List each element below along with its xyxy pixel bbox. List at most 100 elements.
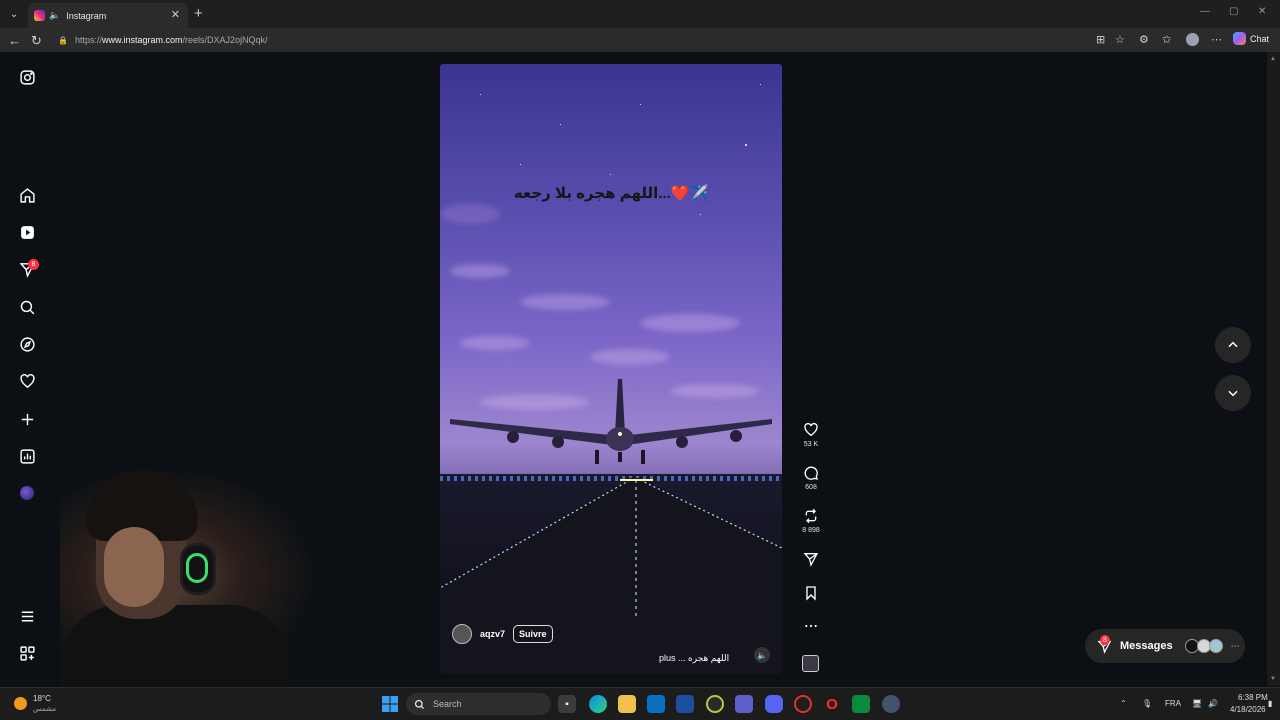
back-icon[interactable]: ← [8,33,21,48]
profile-avatar[interactable] [1186,33,1199,46]
weather-sun-icon[interactable] [14,697,27,710]
network-icon[interactable]: 🖥 [1192,699,1202,708]
reel-caption[interactable]: plus ... اللهم هجره [659,653,729,664]
search-placeholder: Search [433,699,462,709]
refresh-icon[interactable]: ↻ [31,33,42,49]
reels-icon[interactable] [16,221,38,243]
task-view-icon[interactable]: ▪ [558,695,576,713]
discord-icon[interactable] [765,695,783,713]
show-hidden-icons-icon[interactable]: ⌃ [1120,699,1127,708]
heart-notifications-icon[interactable] [16,370,38,392]
save-button[interactable] [798,585,824,601]
more-options-icon[interactable]: ⋯ [1211,33,1222,46]
scroll-down-icon[interactable]: ▼ [1270,676,1276,682]
chevron-up-icon [1228,341,1238,348]
copilot-icon [1233,32,1246,45]
scroll-up-icon[interactable]: ▲ [1270,56,1276,62]
extensions-icon[interactable]: ⚙ [1139,33,1149,46]
microphone-icon[interactable]: 🎙 [1142,699,1152,708]
clock-time[interactable]: 6:38 PM [1238,693,1268,702]
teams-icon[interactable] [735,695,753,713]
webcam-overlay [60,465,320,695]
browser-tab[interactable]: 🔈 Instagram ✕ [28,3,188,28]
comment-button[interactable]: 608 [798,465,824,491]
store-icon[interactable] [676,695,694,713]
windows-taskbar [0,687,1280,720]
opera-browser-icon[interactable]: O [823,695,841,713]
outlook-icon[interactable] [647,695,665,713]
like-button[interactable]: 53 K [798,422,824,448]
profile-avatar[interactable] [20,486,34,500]
more-contacts-icon: ⋯ [1230,640,1240,651]
like-count: 53 K [803,441,819,448]
minimize-icon[interactable]: — [1200,6,1210,17]
previous-reel-button[interactable] [1215,327,1251,363]
runway-image [440,478,782,674]
also-from-meta-icon[interactable] [16,642,38,664]
terminal-icon[interactable] [852,695,870,713]
mute-icon[interactable]: 🔈 [754,647,770,663]
menu-hamburger-icon[interactable] [16,605,38,627]
share-icon [803,553,819,567]
weather-description[interactable]: مشمس [33,705,56,713]
volume-icon[interactable]: 🔊 [1208,699,1218,708]
messages-label: Messages [1120,640,1173,652]
next-reel-button[interactable] [1215,375,1251,411]
page-scrollbar[interactable] [1267,52,1280,686]
copilot-chat-button[interactable]: Chat [1233,32,1269,45]
search-icon [414,699,425,709]
explore-icon[interactable] [16,333,38,355]
original-audio-thumbnail[interactable] [802,655,819,672]
comment-count: 608 [805,484,817,491]
author-name[interactable]: aqzv7 [480,629,505,639]
settings-icon[interactable] [882,695,900,713]
weather-temperature[interactable]: 18°C [33,694,51,703]
notification-center-icon[interactable]: ▮ [1268,699,1272,708]
browser-title-bar [0,0,1280,28]
restore-icon[interactable]: ▢ [1229,6,1238,17]
taskbar-search[interactable]: Search [406,693,551,715]
recording-app-icon[interactable] [794,695,812,713]
airplane-image [450,379,772,464]
reel-video[interactable]: اللهم هجره بلا رجعه...❤️✈️ aqzv7 Suivre … [440,64,782,674]
clock-date[interactable]: 4/18/2026 [1230,705,1266,714]
comment-icon [804,466,818,480]
follow-button[interactable]: Suivre [513,625,553,643]
messages-badge: 8 [1100,635,1110,645]
url-field[interactable]: 🔒 https://www.instagram.com/reels/DXAJ2o… [52,31,1092,49]
share-button[interactable] [798,551,824,567]
message-contact-avatar [1208,639,1223,653]
bookmark-icon [806,586,816,601]
repost-count: 8 898 [802,527,820,534]
audio-playing-icon[interactable]: 🔈 [49,10,60,21]
favorite-star-icon[interactable]: ☆ [1115,33,1125,46]
favorites-icon[interactable]: ✩ [1162,33,1171,46]
more-options-button[interactable] [798,618,824,634]
app-available-icon[interactable]: ⊞ [1096,33,1105,46]
url-prefix: https:// [74,35,102,45]
close-window-icon[interactable]: ✕ [1258,6,1266,17]
new-tab-icon[interactable]: + [194,5,203,22]
start-menu-icon[interactable] [381,695,399,713]
search-icon[interactable] [16,296,38,318]
xbox-game-bar-icon[interactable] [706,695,724,713]
create-plus-icon[interactable] [16,408,38,430]
instagram-logo-icon[interactable] [16,66,38,88]
reel-overlay-text: اللهم هجره بلا رجعه...❤️✈️ [513,185,709,202]
instagram-favicon-icon [34,10,45,21]
repost-button[interactable]: 8 898 [798,508,824,534]
heart-icon [804,422,818,437]
reel-author[interactable]: aqzv7 Suivre [452,624,553,644]
home-icon[interactable] [16,184,38,206]
author-avatar[interactable] [452,624,472,644]
tab-close-icon[interactable]: ✕ [171,8,180,21]
edge-browser-icon[interactable] [589,695,607,713]
site-info-icon[interactable]: 🔒 [58,36,68,45]
chevron-down-icon [1228,390,1238,397]
input-language[interactable]: FRA [1165,699,1181,708]
repost-icon [805,508,817,524]
dashboard-icon[interactable] [16,445,38,467]
tab-list-dropdown-icon[interactable]: ⌄ [6,6,22,22]
file-explorer-icon[interactable] [618,695,636,713]
messages-button[interactable]: Messages ⋯ [1085,629,1245,663]
